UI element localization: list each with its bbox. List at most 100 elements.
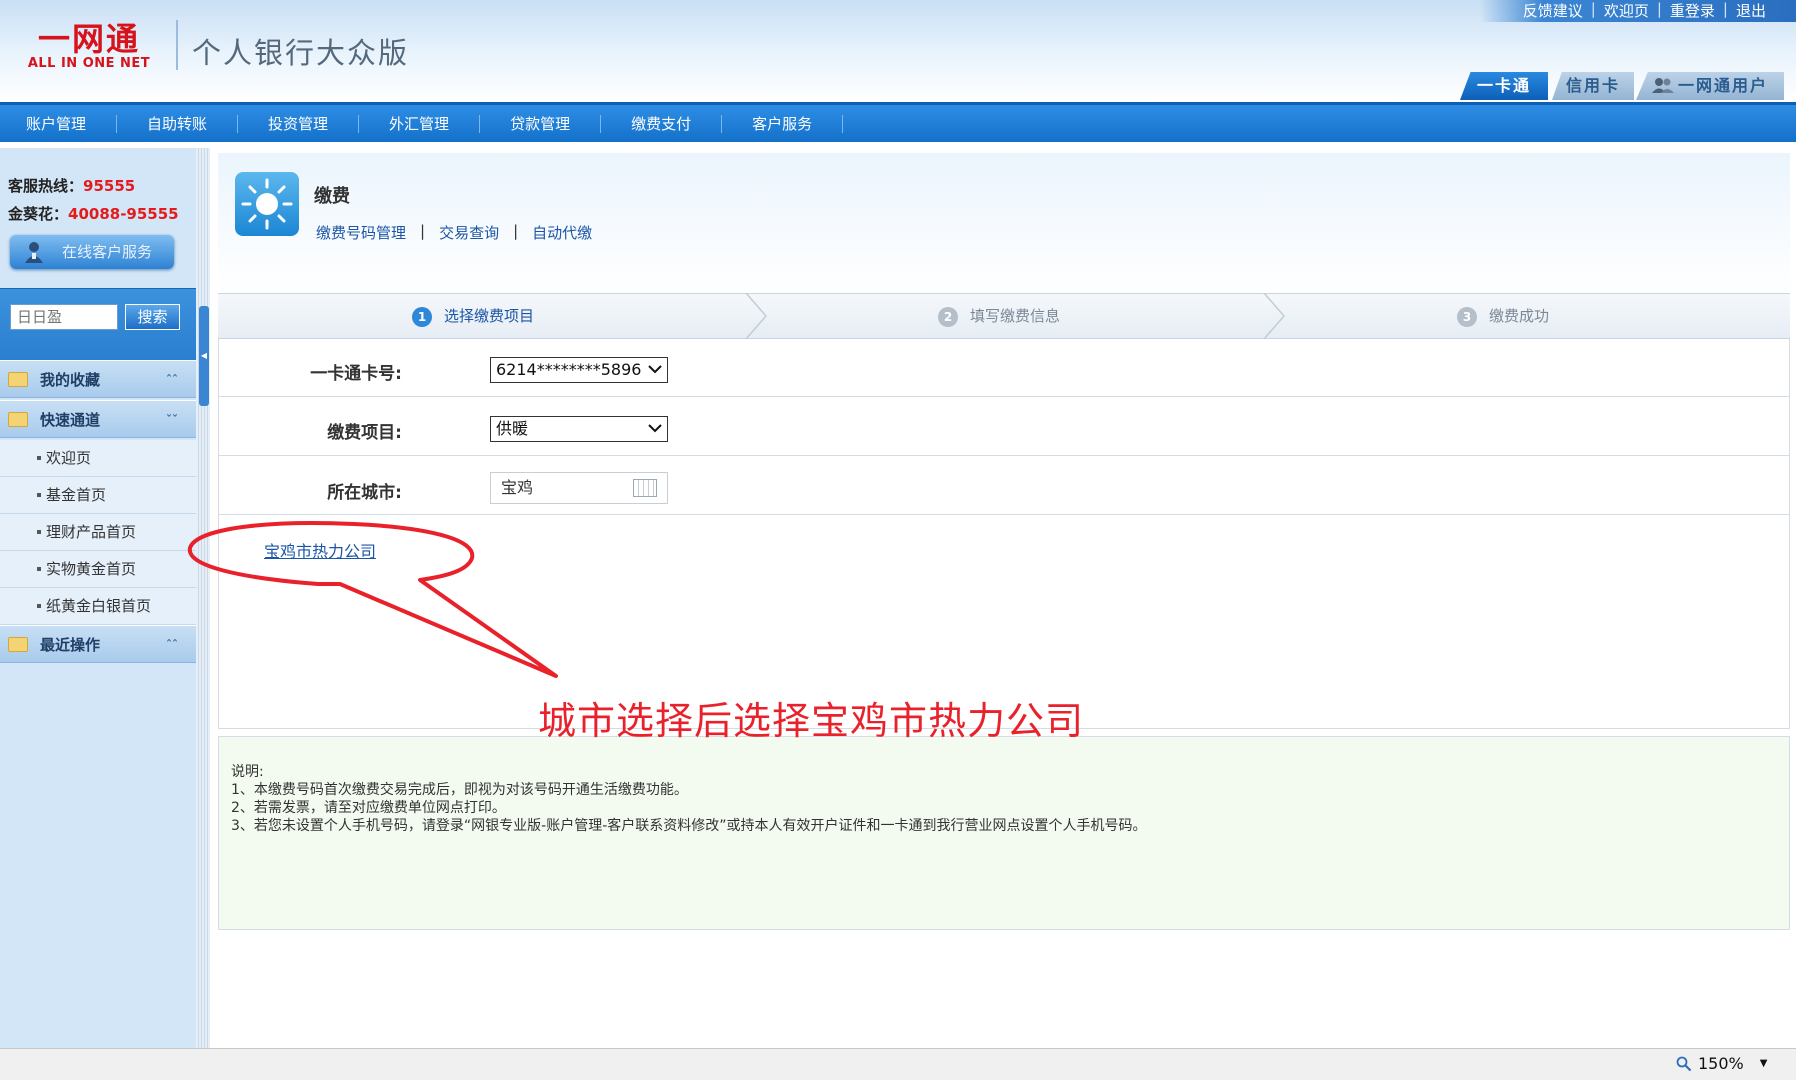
card-number-label: 一卡通卡号: [310, 364, 402, 384]
step-number: 3 [1457, 307, 1477, 327]
agent-icon [24, 241, 44, 263]
page-title: 缴费 [314, 186, 350, 207]
card-number-select[interactable]: 6214********5896 [490, 357, 668, 383]
step-separator [1263, 293, 1285, 339]
notes-line: 3、若您未设置个人手机号码，请登录“网银专业版-账户管理-客户联系资料修改”或持… [231, 818, 1147, 834]
form-row-city [218, 457, 1790, 515]
sidebar-item-physical-gold[interactable]: 实物黄金首页 [0, 551, 196, 588]
online-service-button[interactable]: 在线客户服务 [10, 235, 174, 269]
payment-item-select[interactable]: 供暖 [490, 416, 668, 442]
search-input[interactable] [10, 304, 118, 330]
nav-payments[interactable]: 缴费支付 [601, 114, 723, 133]
bullet-icon [37, 530, 41, 534]
notes-title: 说明: [231, 764, 264, 780]
nav-loans[interactable]: 贷款管理 [480, 114, 602, 133]
sidebar-item-label: 欢迎页 [46, 449, 92, 467]
form-row-card [218, 339, 1790, 397]
logo-divider [176, 20, 178, 70]
folder-icon [8, 412, 28, 427]
sunflower-label: 金葵花： [8, 205, 69, 223]
zoom-control[interactable]: 150% ▼ [1676, 1054, 1767, 1073]
sunflower-number: 40088-95555 [68, 205, 179, 223]
sidebar-splitter[interactable] [196, 148, 210, 1048]
zoom-level: 150% [1698, 1054, 1744, 1073]
sidebar-item-paper-gold-silver[interactable]: 纸黄金白银首页 [0, 588, 196, 625]
nav-forex[interactable]: 外汇管理 [359, 114, 481, 133]
sidebar-collapse-handle[interactable]: ◀ [199, 306, 209, 406]
city-picker-icon[interactable] [633, 479, 657, 497]
sidebar-item-label: 纸黄金白银首页 [46, 597, 152, 615]
form-row-item [218, 398, 1790, 456]
card-number-value: 6214********5896 [496, 360, 642, 379]
top-links: 反馈建议 | 欢迎页 | 重登录 | 退出 [1515, 0, 1774, 20]
step-label: 填写缴费信息 [970, 307, 1061, 325]
sun-icon [235, 172, 299, 236]
step-3: 3 缴费成功 [1457, 293, 1549, 339]
nav-customer-service[interactable]: 客户服务 [722, 114, 844, 133]
payment-item-label: 缴费项目: [327, 423, 402, 443]
step-label: 缴费成功 [1489, 307, 1550, 325]
transaction-query-link[interactable]: 交易查询 [439, 222, 499, 243]
online-service-label: 在线客户服务 [61, 243, 152, 261]
bullet-icon [37, 604, 41, 608]
chevron-down-icon[interactable]: ▼ [1760, 1058, 1768, 1069]
payment-number-management-link[interactable]: 缴费号码管理 [316, 222, 406, 243]
chevron-down-icon [648, 424, 662, 433]
bullet-icon [37, 493, 41, 497]
link-divider: | [513, 222, 519, 240]
step-2: 2 填写缴费信息 [938, 293, 1060, 339]
step-label: 选择缴费项目 [444, 307, 535, 325]
logout-link[interactable]: 退出 [1728, 0, 1774, 20]
step-separator [745, 293, 767, 339]
bullet-icon [37, 567, 41, 571]
app-title: 个人银行大众版 [192, 36, 410, 70]
section-sublinks: 缴费号码管理 | 交易查询 | 自动代缴 [316, 222, 592, 243]
logo-subtext: ALL IN ONE NET [27, 56, 151, 71]
step-1: 1 选择缴费项目 [412, 293, 534, 339]
auto-pay-link[interactable]: 自动代缴 [532, 222, 592, 243]
city-label: 所在城市: [327, 483, 402, 503]
notes-line: 2、若需发票，请至对应缴费单位网点打印。 [231, 800, 506, 816]
relogin-link[interactable]: 重登录 [1662, 0, 1723, 20]
hotline-label: 客服热线： [8, 177, 84, 195]
city-field[interactable]: 宝鸡 [490, 472, 668, 504]
hotline-number: 95555 [83, 177, 136, 195]
feedback-link[interactable]: 反馈建议 [1515, 0, 1591, 20]
sidebar-item-label: 理财产品首页 [46, 523, 137, 541]
bank-logo: 一网通 ALL IN ONE NET [20, 20, 158, 71]
collapse-arrow-icon: ˆˆ [166, 638, 178, 652]
folder-icon [8, 372, 28, 387]
link-divider: | [420, 222, 426, 240]
sidebar-item-welcome[interactable]: 欢迎页 [0, 440, 196, 477]
payment-item-value: 供暖 [496, 419, 529, 438]
notes-panel: 说明: 1、本缴费号码首次缴费交易完成后，即视为对该号码开通生活缴费功能。 2、… [218, 736, 1790, 930]
chevron-down-icon [648, 365, 662, 374]
nav-self-transfer[interactable]: 自助转账 [117, 114, 239, 133]
sidebar-item-label: 实物黄金首页 [46, 560, 137, 578]
step-number: 2 [938, 307, 958, 327]
folder-icon [8, 637, 28, 652]
users-icon [1651, 74, 1674, 93]
nav-account-management[interactable]: 账户管理 [0, 114, 118, 133]
browser-status-bar [0, 1048, 1796, 1080]
sidebar-item-wealth-products[interactable]: 理财产品首页 [0, 514, 196, 551]
annotation-text: 城市选择后选择宝鸡市热力公司 [538, 699, 1085, 743]
nav-investment[interactable]: 投资管理 [238, 114, 360, 133]
tab-credit-card[interactable]: 信用卡 [1552, 72, 1634, 100]
tab-label: 一网通用户 [1677, 76, 1768, 95]
welcome-link[interactable]: 欢迎页 [1596, 0, 1657, 20]
bullet-icon [37, 456, 41, 460]
sidebar-recent[interactable]: 最近操作 ˆˆ [0, 625, 196, 663]
city-value: 宝鸡 [501, 478, 534, 497]
tab-yikatong[interactable]: 一卡通 [1460, 72, 1548, 100]
main-nav: 账户管理 自助转账 投资管理 外汇管理 贷款管理 缴费支付 客户服务 [0, 102, 1796, 142]
tab-all-in-one-user[interactable]: 一网通用户 [1636, 72, 1784, 100]
heating-company-link[interactable]: 宝鸡市热力公司 [264, 538, 376, 562]
logo-text: 一网通 [37, 20, 140, 58]
search-button[interactable]: 搜索 [125, 304, 180, 330]
zoom-icon [1676, 1056, 1692, 1072]
sidebar-recent-label: 最近操作 [40, 636, 101, 654]
notes-line: 1、本缴费号码首次缴费交易完成后，即视为对该号码开通生活缴费功能。 [231, 782, 688, 798]
step-number: 1 [412, 307, 432, 327]
hotline-info: 客服热线：95555 金葵花：40088-95555 [8, 172, 179, 228]
